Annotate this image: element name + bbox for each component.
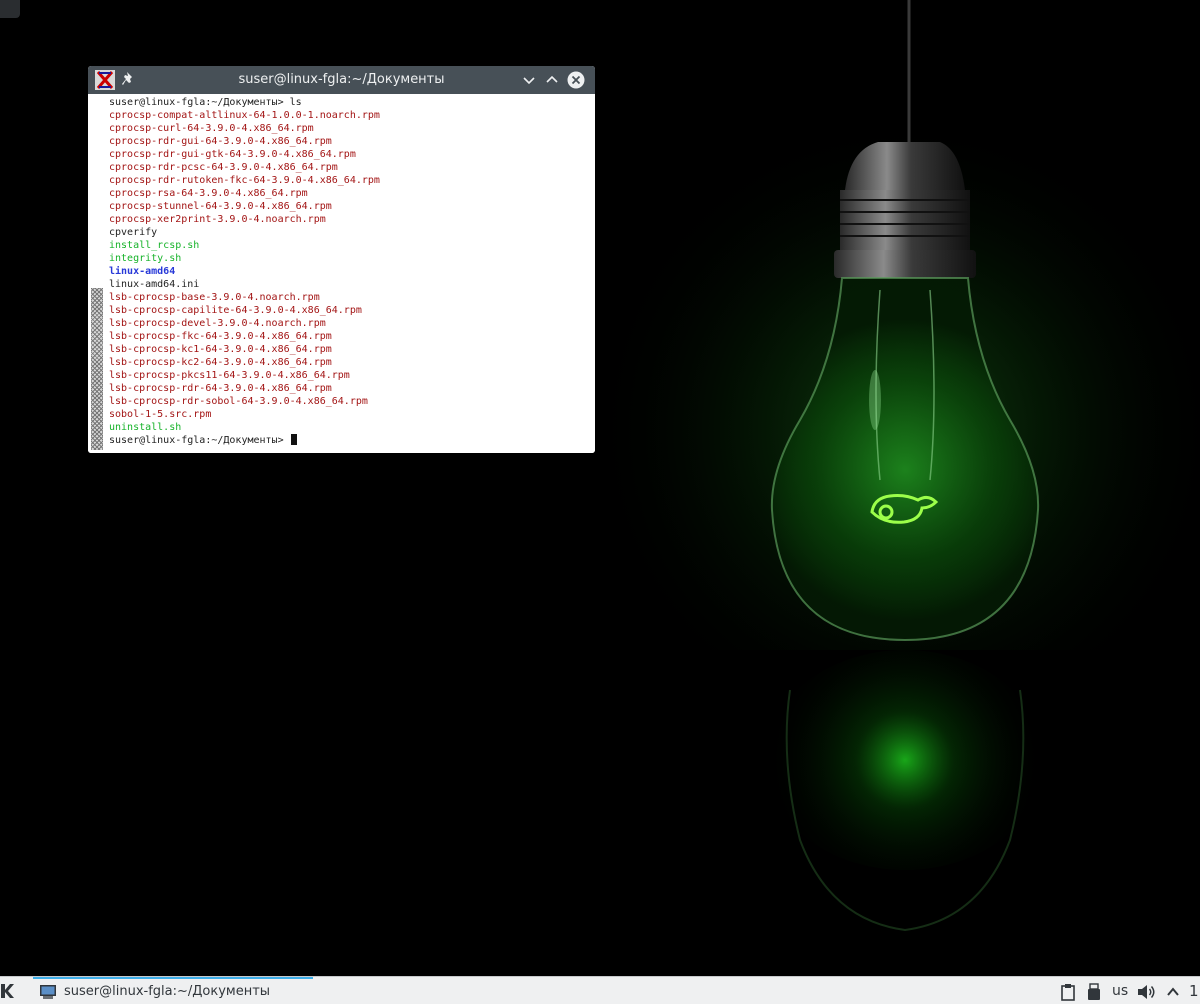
terminal-line: linux-amd64.ini xyxy=(109,279,200,290)
terminal-line: cprocsp-rdr-gui-gtk-64-3.9.0-4.x86_64.rp… xyxy=(109,149,356,160)
terminal-line: integrity.sh xyxy=(109,253,182,264)
terminal-line: cprocsp-stunnel-64-3.9.0-4.x86_64.rpm xyxy=(109,201,332,212)
taskbar: suser@linux-fgla:~/Документы us 1 xyxy=(0,976,1200,1004)
clock-partial[interactable]: 1 xyxy=(1189,982,1199,1000)
window-titlebar[interactable]: suser@linux-fgla:~/Документы xyxy=(88,66,595,94)
terminal-line: suser@linux-fgla:~/Документы> ls xyxy=(109,97,302,108)
terminal-line: cprocsp-compat-altlinux-64-1.0.0-1.noarc… xyxy=(109,110,380,121)
maximize-button[interactable] xyxy=(543,71,561,89)
terminal-line: cpverify xyxy=(109,227,158,238)
terminal-line: lsb-cprocsp-base-3.9.0-4.noarch.rpm xyxy=(109,292,320,303)
terminal-line: cprocsp-rdr-pcsc-64-3.9.0-4.x86_64.rpm xyxy=(109,162,338,173)
terminal-line: suser@linux-fgla:~/Документы> xyxy=(109,434,380,447)
window-title: suser@linux-fgla:~/Документы xyxy=(238,72,445,87)
terminal-line: install_rcsp.sh xyxy=(109,240,200,251)
terminal-line: lsb-cprocsp-rdr-64-3.9.0-4.x86_64.rpm xyxy=(109,383,332,394)
terminal-line: lsb-cprocsp-devel-3.9.0-4.noarch.rpm xyxy=(109,318,326,329)
taskbar-task-terminal[interactable]: suser@linux-fgla:~/Документы xyxy=(33,977,313,1004)
terminal-line: cprocsp-rdr-gui-64-3.9.0-4.x86_64.rpm xyxy=(109,136,332,147)
terminal-line: lsb-cprocsp-capilite-64-3.9.0-4.x86_64.r… xyxy=(109,305,362,316)
terminal-line: lsb-cprocsp-rdr-sobol-64-3.9.0-4.x86_64.… xyxy=(109,396,368,407)
tray-expand-icon[interactable] xyxy=(1166,983,1180,1001)
kde-launcher-icon[interactable] xyxy=(0,982,14,1000)
terminal-line: lsb-cprocsp-kc2-64-3.9.0-4.x86_64.rpm xyxy=(109,357,332,368)
active-task-indicator xyxy=(33,977,313,979)
minimize-button[interactable] xyxy=(520,71,538,89)
clipboard-icon[interactable] xyxy=(1061,983,1075,1001)
terminal-output[interactable]: suser@linux-fgla:~/Документы> ls cprocsp-… xyxy=(88,94,595,453)
terminal-line: linux-amd64 xyxy=(109,266,176,277)
terminal-scrollbar[interactable] xyxy=(91,288,103,450)
terminal-line: lsb-cprocsp-kc1-64-3.9.0-4.x86_64.rpm xyxy=(109,344,332,355)
terminal-cursor xyxy=(290,434,297,445)
volume-icon[interactable] xyxy=(1136,983,1156,1001)
terminal-icon xyxy=(40,985,56,999)
terminal-line: cprocsp-curl-64-3.9.0-4.x86_64.rpm xyxy=(109,123,314,134)
terminal-line: cprocsp-rdr-rutoken-fkc-64-3.9.0-4.x86_6… xyxy=(109,175,380,186)
desktop-wallpaper: suser@linux-fgla:~/Документы suser@linux… xyxy=(0,0,1200,976)
terminal-line: cprocsp-xer2print-3.9.0-4.noarch.rpm xyxy=(109,214,326,225)
terminal-line: cprocsp-rsa-64-3.9.0-4.x86_64.rpm xyxy=(109,188,308,199)
close-button[interactable] xyxy=(567,71,585,89)
taskbar-task-label: suser@linux-fgla:~/Документы xyxy=(64,984,271,999)
terminal-line: uninstall.sh xyxy=(109,422,182,433)
terminal-lines: suser@linux-fgla:~/Документы> ls cprocsp-… xyxy=(109,96,380,447)
keyboard-layout-indicator[interactable]: us xyxy=(1112,983,1128,1001)
usb-device-icon[interactable] xyxy=(1087,983,1101,1001)
terminal-line: lsb-cprocsp-pkcs11-64-3.9.0-4.x86_64.rpm xyxy=(109,370,350,381)
terminal-window[interactable]: suser@linux-fgla:~/Документы suser@linux… xyxy=(88,66,595,453)
terminal-line: sobol-1-5.src.rpm xyxy=(109,409,212,420)
terminal-line: lsb-cprocsp-fkc-64-3.9.0-4.x86_64.rpm xyxy=(109,331,332,342)
